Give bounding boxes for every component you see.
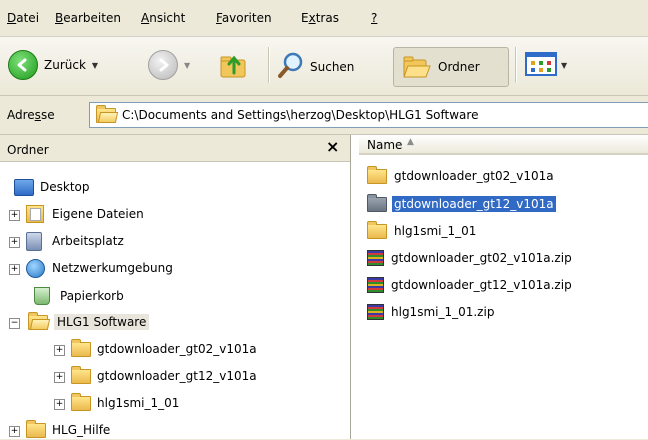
file-name: hlg1smi_1_01.zip <box>391 305 495 319</box>
tree-item-label: HLG1 Software <box>54 314 150 330</box>
expand-icon[interactable]: + <box>9 210 20 221</box>
column-name-label: Name <box>367 138 403 152</box>
expand-icon[interactable]: + <box>54 399 65 410</box>
tree-item-hlg-hilfe[interactable]: HLG_Hilfe <box>26 419 111 440</box>
file-row[interactable]: hlg1smi_1_01 <box>367 220 478 241</box>
menu-help[interactable]: ? <box>371 11 377 25</box>
computer-icon <box>26 231 48 251</box>
folder-icon <box>71 392 93 411</box>
file-row[interactable]: gtdownloader_gt02_v101a <box>367 165 556 186</box>
tree-item-label: Eigene Dateien <box>52 207 144 221</box>
tree-item-eigene-dateien[interactable]: Eigene Dateien <box>26 204 144 224</box>
forward-button[interactable]: ▼ <box>148 50 190 80</box>
tree-item-label: Desktop <box>40 180 90 194</box>
tree-item-label: hlg1smi_1_01 <box>97 396 180 410</box>
column-header-name[interactable]: Name ▲ <box>359 135 648 155</box>
address-bar: Adresse <box>0 96 648 135</box>
file-row-selected[interactable]: gtdownloader_gt12_v101a <box>367 193 556 214</box>
folder-icon <box>71 365 93 384</box>
folders-button[interactable]: Ordner <box>393 47 509 87</box>
address-input[interactable] <box>122 108 642 122</box>
network-icon <box>26 258 48 278</box>
folder-icon <box>367 220 387 239</box>
tree-item-label: Netzwerkumgebung <box>52 261 173 275</box>
tree-item-netzwerkumgebung[interactable]: Netzwerkumgebung <box>26 258 173 278</box>
chevron-down-icon[interactable]: ▼ <box>92 61 98 70</box>
menu-datei[interactable]: Datei <box>7 11 39 25</box>
collapse-icon[interactable]: − <box>9 318 20 329</box>
forward-arrow-icon <box>148 50 178 80</box>
tree-item-label: Arbeitsplatz <box>52 234 124 248</box>
file-name: gtdownloader_gt12_v101a.zip <box>391 278 572 292</box>
folder-up-icon <box>219 51 249 82</box>
recycle-bin-icon <box>34 287 56 305</box>
toolbar-separator <box>268 47 270 83</box>
tree-item-label: Papierkorb <box>60 289 124 303</box>
folder-tree-pane: Ordner × Desktop + Eigene Dateien + Arbe… <box>0 135 351 439</box>
menu-ansicht[interactable]: Ansicht <box>141 11 185 25</box>
folder-icon <box>26 419 48 438</box>
folders-label: Ordner <box>438 60 480 74</box>
chevron-down-icon[interactable]: ▼ <box>561 61 567 70</box>
back-label: Zurück <box>44 58 86 72</box>
menu-favoriten[interactable]: Favoriten <box>216 11 272 25</box>
back-arrow-icon <box>8 50 38 80</box>
up-folder-button[interactable] <box>219 51 249 82</box>
views-grid-icon <box>525 51 559 80</box>
file-list-pane: Name ▲ gtdownloader_gt02_v101a gtdownloa… <box>351 135 648 439</box>
file-name: gtdownloader_gt02_v101a.zip <box>391 251 572 265</box>
file-name: gtdownloader_gt02_v101a <box>394 169 554 183</box>
menu-extras[interactable]: Extras <box>301 11 339 25</box>
sort-ascending-icon: ▲ <box>407 137 414 147</box>
chevron-down-icon[interactable]: ▼ <box>184 61 190 70</box>
menu-bar: Datei Bearbeiten Ansicht Favoriten Extra… <box>0 0 648 37</box>
folder-icon <box>367 193 387 212</box>
folder-icon <box>71 338 93 357</box>
tree-item-papierkorb[interactable]: Papierkorb <box>34 286 124 306</box>
expand-icon[interactable]: + <box>9 237 20 248</box>
tree-item-desktop[interactable]: Desktop <box>14 177 90 197</box>
toolbar-separator <box>515 47 517 83</box>
search-label: Suchen <box>310 59 355 74</box>
address-field[interactable] <box>89 102 648 128</box>
folder-pane-title: Ordner <box>7 143 49 157</box>
back-button[interactable]: Zurück ▼ <box>8 50 98 80</box>
folder-pane-header: Ordner × <box>0 135 350 162</box>
toolbar: Zurück ▼ ▼ Suchen Ordner ▼ <box>0 37 648 96</box>
folder-icon <box>28 311 50 330</box>
zip-archive-icon <box>367 250 384 266</box>
tree-item-arbeitsplatz[interactable]: Arbeitsplatz <box>26 231 124 251</box>
zip-archive-icon <box>367 277 384 293</box>
desktop-icon <box>14 178 36 196</box>
address-label: Adresse <box>7 108 55 122</box>
file-row[interactable]: gtdownloader_gt12_v101a.zip <box>367 275 574 295</box>
my-documents-icon <box>26 205 48 223</box>
expand-icon[interactable]: + <box>54 372 65 383</box>
file-name: hlg1smi_1_01 <box>394 224 477 238</box>
tree-item-hlg1smi[interactable]: hlg1smi_1_01 <box>71 392 180 413</box>
search-icon <box>276 51 306 82</box>
folder-icon <box>96 104 116 123</box>
folder-icon <box>402 54 432 83</box>
expand-icon[interactable]: + <box>9 264 20 275</box>
folder-icon <box>367 165 387 184</box>
views-button[interactable]: ▼ <box>525 51 567 80</box>
tree-item-label: gtdownloader_gt02_v101a <box>97 342 257 356</box>
zip-archive-icon <box>367 304 384 320</box>
file-row[interactable]: gtdownloader_gt02_v101a.zip <box>367 248 574 268</box>
close-icon[interactable]: × <box>326 137 339 156</box>
search-button[interactable]: Suchen <box>276 51 354 82</box>
tree-item-gtdownloader-gt02[interactable]: gtdownloader_gt02_v101a <box>71 338 257 359</box>
tree-item-label: HLG_Hilfe <box>52 423 111 437</box>
file-row[interactable]: hlg1smi_1_01.zip <box>367 302 496 322</box>
tree-item-label: gtdownloader_gt12_v101a <box>97 369 257 383</box>
file-name: gtdownloader_gt12_v101a <box>392 196 556 212</box>
tree-item-hlg1-software[interactable]: HLG1 Software <box>28 311 150 332</box>
expand-icon[interactable]: + <box>54 345 65 356</box>
expand-icon[interactable]: + <box>9 426 20 437</box>
menu-bearbeiten[interactable]: Bearbeiten <box>55 11 121 25</box>
tree-item-gtdownloader-gt12[interactable]: gtdownloader_gt12_v101a <box>71 365 257 386</box>
